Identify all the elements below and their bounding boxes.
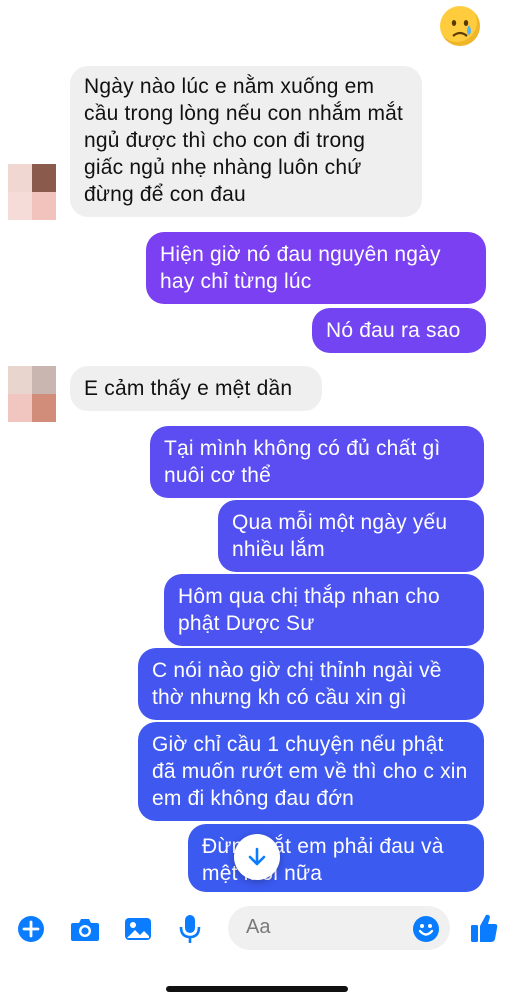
thumbs-up-icon[interactable] xyxy=(468,910,500,946)
image-icon[interactable] xyxy=(122,914,154,944)
message-bubble-incoming[interactable]: Ngày nào lúc e nằm xuống em cầu trong lò… xyxy=(70,66,422,217)
message-bubble-incoming[interactable]: E cảm thấy e mệt dần xyxy=(70,366,322,411)
message-bubble-outgoing[interactable]: Tại mình không có đủ chất gì nuôi cơ thể xyxy=(150,426,484,498)
arrow-down-icon xyxy=(248,847,266,866)
message-bubble-outgoing[interactable]: Giờ chỉ cầu 1 chuyện nếu phật đã muốn rư… xyxy=(138,722,484,821)
message-bubble-outgoing[interactable]: Qua mỗi một ngày yếu nhiều lắm xyxy=(218,500,484,572)
message-bubble-outgoing[interactable]: Nó đau ra sao xyxy=(312,308,486,353)
microphone-icon[interactable] xyxy=(176,912,204,946)
scroll-to-bottom-button[interactable] xyxy=(234,834,280,880)
message-input-placeholder: Aa xyxy=(246,916,271,938)
crying-emoji-reaction-icon xyxy=(440,6,480,46)
message-bubble-outgoing[interactable]: Hôm qua chị thắp nhan cho phật Dược Sư xyxy=(164,574,484,646)
emoji-icon[interactable] xyxy=(410,913,442,945)
plus-icon[interactable] xyxy=(16,914,46,944)
contact-avatar[interactable] xyxy=(8,164,56,220)
message-bubble-outgoing[interactable]: Hiện giờ nó đau nguyên ngày hay chỉ từng… xyxy=(146,232,486,304)
message-bubble-outgoing[interactable]: C nói nào giờ chị thỉnh ngài về thờ nhưn… xyxy=(138,648,484,720)
contact-avatar[interactable] xyxy=(8,366,56,422)
home-indicator xyxy=(166,986,348,992)
camera-icon[interactable] xyxy=(68,914,102,944)
message-bubble-outgoing[interactable]: Đừng bắt em phải đau và mệt mỏi nữa xyxy=(188,824,484,892)
